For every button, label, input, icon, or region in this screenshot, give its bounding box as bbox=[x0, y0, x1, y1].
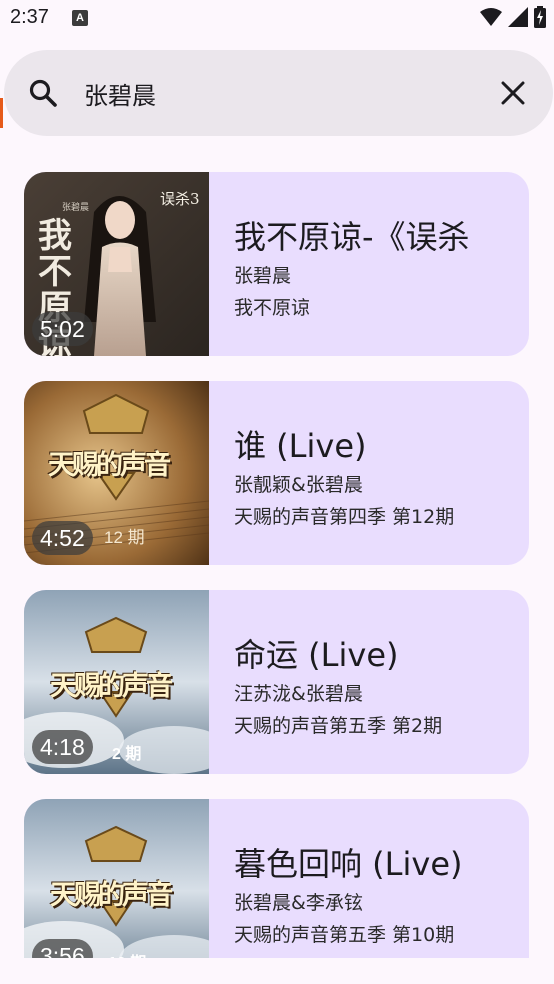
cover-episode-text: 12 期 bbox=[104, 528, 145, 547]
duration-badge: 3:56 bbox=[32, 939, 93, 959]
search-input[interactable] bbox=[84, 72, 464, 114]
cover-episode-text: 2 期 bbox=[112, 746, 142, 763]
results-list[interactable]: 我不原谅 误杀3 张碧晨 5:02 我不原谅-《误杀 张碧晨 我不原谅 bbox=[24, 172, 530, 959]
result-card[interactable]: 我不原谅 误杀3 张碧晨 5:02 我不原谅-《误杀 张碧晨 我不原谅 bbox=[24, 172, 529, 356]
cover-thumbnail: 我不原谅 误杀3 张碧晨 5:02 bbox=[24, 172, 209, 356]
cover-small-text: 误杀3 bbox=[160, 190, 200, 208]
song-album: 天赐的声音第五季 第2期 bbox=[234, 715, 443, 737]
notification-app-icon: A bbox=[72, 10, 88, 26]
cover-thumbnail: 天赐的声音 12 期 4:52 bbox=[24, 381, 209, 565]
duration-badge: 4:52 bbox=[32, 521, 93, 555]
song-artist: 张碧晨 bbox=[234, 265, 292, 287]
battery-charging-icon bbox=[534, 6, 546, 28]
cover-thumbnail: 天赐的声音 10 期 3:56 bbox=[24, 799, 209, 959]
song-title: 我不原谅-《误杀 bbox=[234, 218, 470, 256]
result-card[interactable]: 天赐的声音 2 期 4:18 命运 (Live) 汪苏泷&张碧晨 天赐的声音第五… bbox=[24, 590, 529, 774]
cover-logo-text: 天赐的声音 bbox=[48, 450, 171, 481]
song-title: 暮色回响 (Live) bbox=[234, 845, 463, 883]
song-artist: 张碧晨&李承铉 bbox=[234, 892, 363, 914]
result-card[interactable]: 天赐的声音 10 期 3:56 暮色回响 (Live) 张碧晨&李承铉 天赐的声… bbox=[24, 799, 529, 959]
status-bar: 2:37 A bbox=[0, 0, 554, 38]
duration-badge: 5:02 bbox=[32, 312, 93, 346]
song-album: 天赐的声音第四季 第12期 bbox=[234, 506, 455, 528]
song-album: 天赐的声音第五季 第10期 bbox=[234, 924, 455, 946]
song-artist: 汪苏泷&张碧晨 bbox=[234, 683, 363, 705]
edge-artifact bbox=[0, 98, 3, 128]
song-artist: 张靓颖&张碧晨 bbox=[234, 474, 363, 496]
close-icon[interactable] bbox=[499, 79, 527, 107]
cover-logo-text: 天赐的声音 bbox=[50, 671, 173, 702]
wifi-icon bbox=[480, 8, 502, 26]
search-bar[interactable] bbox=[4, 50, 553, 136]
song-title: 命运 (Live) bbox=[234, 636, 399, 674]
bottom-edge bbox=[0, 958, 554, 984]
cover-thumbnail: 天赐的声音 2 期 4:18 bbox=[24, 590, 209, 774]
status-time: 2:37 bbox=[10, 6, 49, 28]
song-title: 谁 (Live) bbox=[234, 427, 367, 465]
cover-logo-text: 天赐的声音 bbox=[50, 880, 173, 911]
cellular-signal-icon bbox=[508, 7, 528, 27]
duration-badge: 4:18 bbox=[32, 730, 93, 764]
song-album: 我不原谅 bbox=[234, 297, 311, 319]
result-card[interactable]: 天赐的声音 12 期 4:52 谁 (Live) 张靓颖&张碧晨 天赐的声音第四… bbox=[24, 381, 529, 565]
search-icon bbox=[29, 79, 57, 107]
status-indicators bbox=[480, 6, 546, 28]
cover-sub-text: 张碧晨 bbox=[62, 203, 90, 213]
